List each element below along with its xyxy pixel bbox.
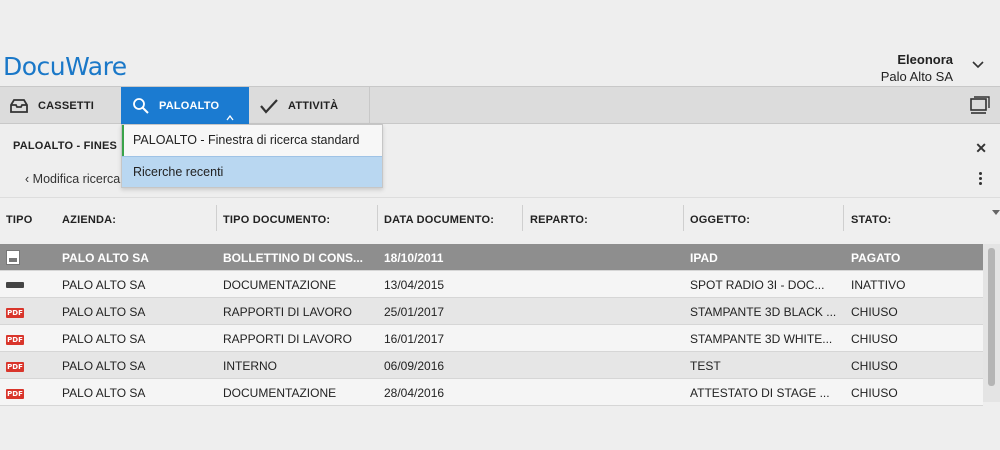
column-divider[interactable]	[216, 205, 217, 231]
cell-azienda: PALO ALTO SA	[62, 251, 149, 265]
cell-tipo-documento: RAPPORTI DI LAVORO	[223, 305, 352, 319]
cell-data-documento: 18/10/2011	[384, 251, 444, 265]
user-name: Eleonora	[897, 52, 953, 67]
table-row[interactable]: PDF PALO ALTO SA RAPPORTI DI LAVORO 16/0…	[0, 325, 983, 352]
cell-oggetto: SPOT RADIO 3I - DOC...	[690, 278, 825, 292]
tab-attivita[interactable]: ATTIVITÀ	[249, 87, 370, 124]
tab-paloalto[interactable]: PALOALTO	[121, 87, 249, 124]
cell-tipo-documento: DOCUMENTAZIONE	[223, 386, 337, 400]
cell-stato: CHIUSO	[851, 332, 898, 346]
tab-paloalto-label: PALOALTO	[159, 99, 220, 112]
cell-azienda: PALO ALTO SA	[62, 305, 146, 319]
cell-azienda: PALO ALTO SA	[62, 332, 146, 346]
table-row[interactable]: PDF PALO ALTO SA DOCUMENTAZIONE 28/04/20…	[0, 379, 983, 406]
keyboard-icon	[6, 277, 24, 291]
cell-data-documento: 13/04/2015	[384, 278, 445, 292]
close-icon[interactable]: ✕	[975, 140, 987, 157]
checkmark-icon	[260, 98, 278, 114]
main-toolbar: CASSETTI PALOALTO ATTIVITÀ	[0, 86, 1000, 124]
cell-data-documento: 06/09/2016	[384, 359, 445, 373]
chevron-left-icon: ‹	[25, 172, 30, 186]
column-header-tipo-documento[interactable]: TIPO DOCUMENTO:	[223, 214, 330, 226]
column-header-azienda[interactable]: AZIENDA:	[62, 214, 116, 226]
cell-tipo-documento: BOLLETTINO DI CONS...	[223, 251, 363, 265]
tab-cassetti[interactable]: CASSETTI	[9, 87, 94, 124]
cell-stato: CHIUSO	[851, 359, 898, 373]
menu-item-standard-search[interactable]: PALOALTO - Finestra di ricerca standard	[122, 125, 382, 156]
menu-item-recent-searches[interactable]: Ricerche recenti	[122, 156, 382, 187]
back-link[interactable]: ‹ Modifica ricerca	[25, 172, 120, 186]
more-options-icon[interactable]	[979, 172, 983, 187]
column-divider[interactable]	[522, 205, 523, 231]
vertical-scrollbar[interactable]	[983, 244, 1000, 402]
cell-tipo-documento: RAPPORTI DI LAVORO	[223, 332, 352, 346]
column-header-stato[interactable]: STATO:	[851, 214, 891, 226]
pdf-icon: PDF	[6, 362, 24, 372]
app-window: DocuWare Eleonora Palo Alto SA CASSETTI …	[0, 0, 1000, 450]
cell-oggetto: STAMPANTE 3D WHITE...	[690, 332, 833, 346]
cell-tipo-documento: DOCUMENTAZIONE	[223, 278, 337, 292]
document-icon	[6, 250, 20, 268]
search-dropdown-menu: PALOALTO - Finestra di ricerca standard …	[121, 124, 383, 188]
pdf-icon: PDF	[6, 308, 24, 318]
column-header-data-documento[interactable]: DATA DOCUMENTO:	[384, 214, 494, 226]
table-row[interactable]: PALO ALTO SA DOCUMENTAZIONE 13/04/2015 S…	[0, 271, 983, 298]
pdf-icon: PDF	[6, 389, 24, 399]
column-divider[interactable]	[683, 205, 684, 231]
user-company: Palo Alto SA	[880, 69, 953, 84]
column-divider[interactable]	[377, 205, 378, 231]
chevron-down-icon[interactable]	[970, 58, 986, 72]
table-row[interactable]: PALO ALTO SA BOLLETTINO DI CONS... 18/10…	[0, 244, 983, 271]
results-table: PALO ALTO SA BOLLETTINO DI CONS... 18/10…	[0, 244, 983, 406]
search-title: PALOALTO - FINES	[13, 140, 118, 152]
table-row[interactable]: PDF PALO ALTO SA INTERNO 06/09/2016 TEST…	[0, 352, 983, 379]
column-header-oggetto[interactable]: OGGETTO:	[690, 214, 750, 226]
tab-attivita-label: ATTIVITÀ	[288, 99, 339, 112]
cell-oggetto: ATTESTATO DI STAGE ...	[690, 386, 830, 400]
table-row[interactable]: PDF PALO ALTO SA RAPPORTI DI LAVORO 25/0…	[0, 298, 983, 325]
cell-oggetto: IPAD	[690, 251, 718, 265]
search-icon	[133, 97, 149, 114]
pdf-icon: PDF	[6, 335, 24, 345]
sort-arrow-icon[interactable]	[992, 210, 1000, 215]
cell-azienda: PALO ALTO SA	[62, 386, 146, 400]
cell-oggetto: TEST	[690, 359, 721, 373]
tray-icon	[10, 98, 28, 113]
cell-tipo-documento: INTERNO	[223, 359, 277, 373]
column-header-reparto[interactable]: REPARTO:	[530, 214, 588, 226]
table-header: TIPO AZIENDA: TIPO DOCUMENTO: DATA DOCUM…	[0, 197, 1000, 241]
caret-up-icon[interactable]	[226, 115, 234, 121]
column-divider[interactable]	[843, 205, 844, 231]
cell-stato: CHIUSO	[851, 386, 898, 400]
cell-stato: CHIUSO	[851, 305, 898, 319]
windows-icon[interactable]	[970, 96, 990, 114]
cell-data-documento: 25/01/2017	[384, 305, 445, 319]
cell-oggetto: STAMPANTE 3D BLACK ...	[690, 305, 837, 319]
back-link-label: Modifica ricerca	[32, 172, 121, 186]
cell-data-documento: 28/04/2016	[384, 386, 445, 400]
docuware-logo[interactable]: DocuWare	[3, 52, 127, 81]
scrollbar-thumb[interactable]	[988, 248, 995, 386]
cell-data-documento: 16/01/2017	[384, 332, 445, 346]
cell-stato: INATTIVO	[851, 278, 906, 292]
column-header-tipo[interactable]: TIPO	[6, 214, 32, 226]
cell-azienda: PALO ALTO SA	[62, 359, 146, 373]
cell-azienda: PALO ALTO SA	[62, 278, 146, 292]
cell-stato: PAGATO	[851, 251, 901, 265]
user-menu[interactable]: Eleonora Palo Alto SA	[881, 51, 953, 85]
tab-cassetti-label: CASSETTI	[38, 99, 94, 112]
